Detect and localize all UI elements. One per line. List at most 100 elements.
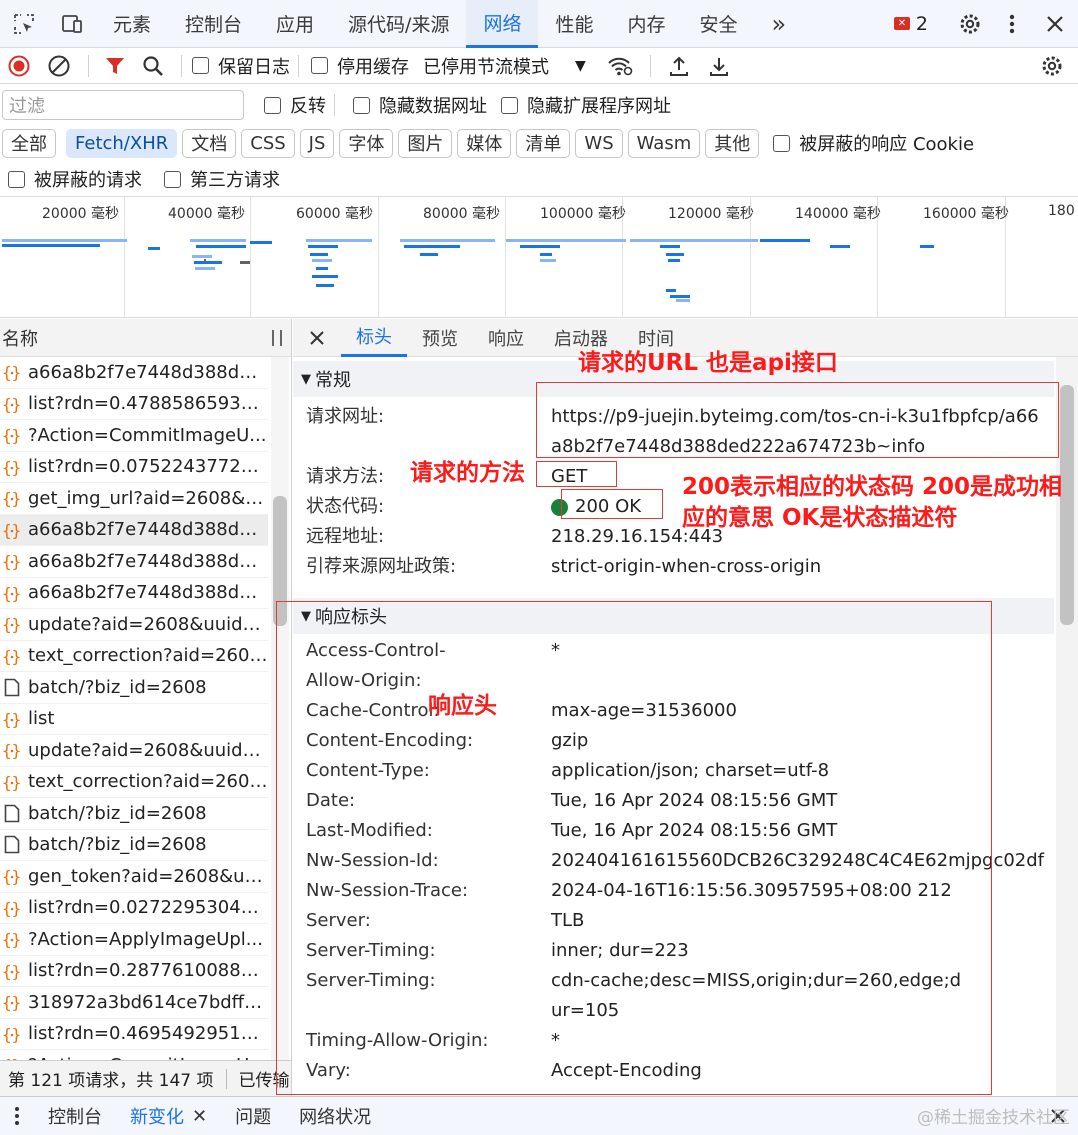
type-chip-2[interactable]: 文档 bbox=[182, 128, 237, 158]
search-icon[interactable] bbox=[133, 48, 173, 84]
type-chip-3[interactable]: CSS bbox=[241, 128, 295, 158]
network-conditions-icon[interactable] bbox=[598, 48, 642, 84]
request-row[interactable]: {} list?rdn=0.075224377226... bbox=[0, 452, 268, 483]
device-toolbar-icon[interactable] bbox=[48, 0, 96, 48]
type-chip-9[interactable]: WS bbox=[575, 128, 623, 158]
request-row[interactable]: {} list?rdn=0.469549295117... bbox=[0, 1019, 268, 1050]
preserve-log-checkbox[interactable]: 保留日志 bbox=[192, 53, 290, 79]
inspect-element-icon[interactable] bbox=[0, 0, 48, 48]
type-chip-11[interactable]: 其他 bbox=[705, 128, 760, 158]
import-har-upload-icon[interactable] bbox=[659, 48, 699, 84]
checkbox-box[interactable] bbox=[8, 170, 25, 188]
request-row[interactable]: {} ?Action=ApplyImageUpl... bbox=[0, 924, 268, 956]
request-row[interactable]: {} text_correction?aid=2608... bbox=[0, 641, 268, 672]
checkbox-box[interactable] bbox=[164, 170, 181, 188]
request-row[interactable]: {} get_img_url?aid=2608&u... bbox=[0, 483, 268, 515]
tab-3[interactable]: 源代码/来源 bbox=[331, 0, 466, 48]
request-row[interactable]: {} gen_token?aid=2608&uu... bbox=[0, 861, 268, 893]
tab-2[interactable]: 应用 bbox=[259, 0, 331, 48]
request-row[interactable]: batch/?biz_id=2608 bbox=[0, 672, 268, 704]
request-name: update?aid=2608&uuid=... bbox=[28, 613, 268, 635]
blocked-requests-checkbox[interactable]: 被屏蔽的请求 bbox=[8, 166, 142, 192]
more-options-icon[interactable] bbox=[992, 0, 1032, 48]
stop-recording-button[interactable] bbox=[0, 48, 38, 84]
disable-cache-checkbox[interactable]: 停用缓存 bbox=[311, 53, 409, 79]
request-row[interactable]: {} a66a8b2f7e7448d388ded... bbox=[0, 514, 268, 546]
request-row[interactable]: {} a66a8b2f7e7448d388ded... bbox=[0, 357, 268, 389]
checkbox-box[interactable] bbox=[264, 96, 281, 114]
invert-label: 反转 bbox=[290, 96, 326, 117]
type-chip-5[interactable]: 字体 bbox=[339, 128, 394, 158]
timeline-request-bar bbox=[306, 239, 372, 242]
disable-cache-label: 停用缓存 bbox=[337, 56, 409, 78]
tab-5[interactable]: 性能 bbox=[538, 0, 610, 48]
tab-4[interactable]: 网络 bbox=[466, 0, 539, 48]
throttling-select[interactable]: 已停用节流模式 ▼ bbox=[423, 53, 586, 79]
type-chip-6[interactable]: 图片 bbox=[398, 128, 453, 158]
request-row[interactable]: {} update?aid=2608&uuid=... bbox=[0, 735, 268, 767]
drawer-tab-0[interactable]: 控制台 bbox=[34, 1097, 116, 1135]
request-row[interactable]: {} a66a8b2f7e7448d388ded... bbox=[0, 546, 268, 578]
request-row[interactable]: batch/?biz_id=2608 bbox=[0, 798, 268, 830]
tab-6[interactable]: 内存 bbox=[610, 0, 682, 48]
tab-1[interactable]: 控制台 bbox=[168, 0, 259, 48]
close-devtools-icon[interactable] bbox=[1032, 0, 1078, 48]
column-resize-icon[interactable] bbox=[269, 328, 285, 348]
request-row[interactable]: {} list bbox=[0, 704, 268, 735]
request-row[interactable]: {} text_correction?aid=2608... bbox=[0, 767, 268, 798]
field-key: 请求网址: bbox=[306, 406, 385, 427]
type-chip-4[interactable]: JS bbox=[299, 128, 335, 158]
tab-7[interactable]: 安全 bbox=[683, 0, 755, 48]
close-detail-icon[interactable] bbox=[293, 319, 341, 357]
hide-data-urls-checkbox[interactable]: 隐藏数据网址 bbox=[353, 92, 487, 118]
checkbox-box[interactable] bbox=[311, 57, 328, 74]
type-chip-1[interactable]: Fetch/XHR bbox=[66, 128, 178, 158]
request-row[interactable]: {} list?rdn=0.478858659329... bbox=[0, 389, 268, 420]
timeline-request-bar bbox=[660, 245, 680, 248]
request-row[interactable]: {} 318972a3bd614ce7bdff8... bbox=[0, 987, 268, 1019]
network-overview-timeline[interactable]: 20000 毫秒 40000 毫秒 60000 毫秒 80000 毫秒 100000 毫… bbox=[0, 196, 1078, 318]
type-chip-7[interactable]: 媒体 bbox=[457, 128, 512, 158]
checkbox-box[interactable] bbox=[353, 96, 370, 114]
request-name: a66a8b2f7e7448d388ded... bbox=[28, 582, 268, 604]
request-row[interactable]: {} list?rdn=0.027229530452... bbox=[0, 893, 268, 924]
third-party-checkbox[interactable]: 第三方请求 bbox=[164, 166, 280, 192]
type-chip-8[interactable]: 清单 bbox=[516, 128, 571, 158]
clear-icon[interactable] bbox=[38, 48, 80, 84]
detail-tab-1[interactable]: 预览 bbox=[407, 319, 473, 357]
export-har-download-icon[interactable] bbox=[699, 48, 739, 84]
filter-row: 过滤 反转 隐藏数据网址 隐藏扩展程序网址 bbox=[0, 85, 1078, 125]
detail-scrollbar-thumb[interactable] bbox=[1060, 385, 1074, 625]
filter-input[interactable]: 过滤 bbox=[2, 90, 244, 120]
checkbox-box[interactable] bbox=[192, 57, 209, 74]
detail-tab-2[interactable]: 响应 bbox=[473, 319, 539, 357]
checkbox-box[interactable] bbox=[501, 96, 518, 114]
checkbox-box[interactable] bbox=[773, 134, 791, 152]
timeline-tick-label: 40000 毫秒 bbox=[168, 206, 245, 222]
issues-counter[interactable]: ✕ 2 bbox=[893, 13, 928, 35]
hide-extension-urls-checkbox[interactable]: 隐藏扩展程序网址 bbox=[501, 92, 671, 118]
type-chip-0[interactable]: 全部 bbox=[2, 128, 56, 158]
detail-tab-0[interactable]: 标头 bbox=[341, 319, 407, 357]
drawer-tab-2[interactable]: 问题 bbox=[221, 1097, 285, 1135]
request-row[interactable]: {} ?Action=CommitImageU... bbox=[0, 420, 268, 452]
more-tabs-button[interactable]: » bbox=[755, 0, 804, 48]
drawer-tab-3[interactable]: 网络状况 bbox=[285, 1097, 385, 1135]
filter-separator bbox=[334, 94, 335, 116]
request-row[interactable]: batch/?biz_id=2608 bbox=[0, 830, 268, 861]
drawer-menu-icon[interactable] bbox=[0, 1097, 34, 1135]
tab-0[interactable]: 元素 bbox=[96, 0, 168, 48]
network-settings-gear-icon[interactable] bbox=[1026, 48, 1078, 84]
drawer-tab-1[interactable]: 新变化 ✕ bbox=[116, 1097, 221, 1135]
request-row[interactable]: {} a66a8b2f7e7448d388ded... bbox=[0, 578, 268, 609]
type-chip-10[interactable]: Wasm bbox=[627, 128, 701, 158]
name-column-header[interactable]: 名称 bbox=[0, 319, 291, 357]
request-row[interactable]: {} update?aid=2608&uuid=... bbox=[0, 609, 268, 641]
filter-funnel-icon[interactable] bbox=[97, 48, 133, 84]
blocked-cookies-checkbox[interactable]: 被屏蔽的响应 Cookie bbox=[773, 130, 974, 156]
throttling-value: 已停用节流模式 bbox=[423, 56, 549, 78]
invert-checkbox[interactable]: 反转 bbox=[264, 92, 326, 118]
settings-gear-icon[interactable] bbox=[948, 0, 992, 48]
close-tab-icon[interactable]: ✕ bbox=[192, 1106, 207, 1127]
request-row[interactable]: {} list?rdn=0.287761008814... bbox=[0, 956, 268, 987]
